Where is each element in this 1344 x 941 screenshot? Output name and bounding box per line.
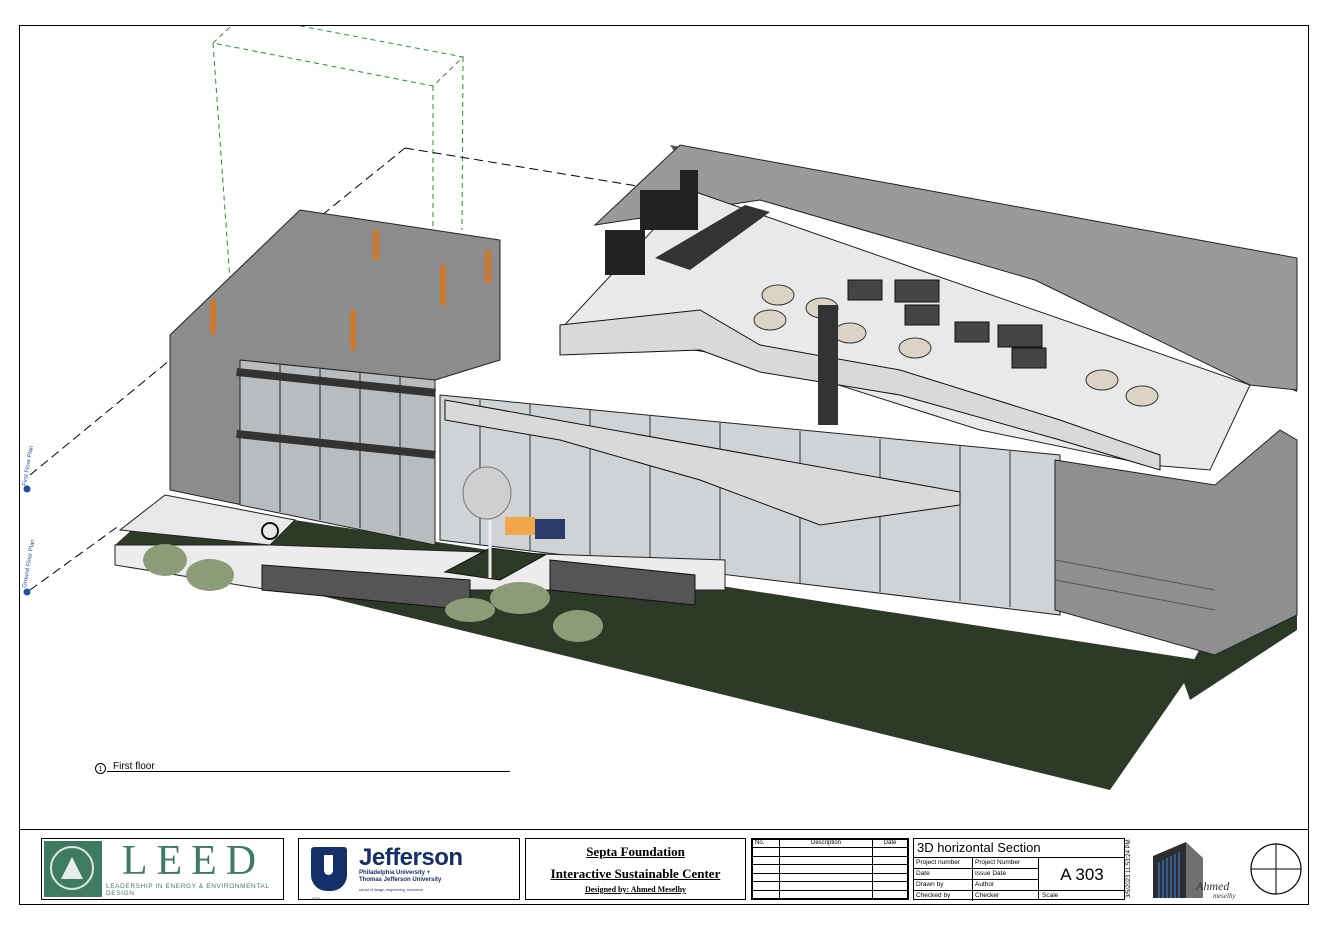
3d-section-drawing: First Floor Plan Ground Floor Plan	[20, 26, 1308, 829]
title-block: LEED LEADERSHIP IN ENERGY & ENVIRONMENTA…	[19, 829, 1309, 905]
leed-subtitle: LEADERSHIP IN ENERGY & ENVIRONMENTAL DES…	[106, 883, 270, 897]
jefferson-line-1: Philadelphia University +	[359, 869, 431, 876]
revision-row	[752, 864, 908, 874]
revision-col-date: Date	[872, 838, 908, 849]
jefferson-shield-icon: 1824	[311, 847, 347, 901]
jefferson-wordmark: Jefferson	[359, 843, 463, 871]
revision-row	[752, 855, 908, 866]
north-arrow-icon	[1249, 842, 1303, 896]
jefferson-tagline: school of design, engineering, commerce	[359, 887, 423, 892]
revision-row	[752, 881, 908, 891]
sheet-field-row: Drawn by Author	[914, 880, 1038, 891]
level-marker-upper-label: First Floor Plan	[22, 445, 35, 486]
scale-label: Scale	[1038, 891, 1124, 900]
svg-text:meselhy: meselhy	[1213, 892, 1236, 900]
revision-table: No. Description Date	[751, 838, 909, 900]
author-building-logo: Ahmed meselhy	[1141, 838, 1241, 900]
sheet-field-row: Project number Project Number	[914, 858, 1038, 869]
project-title-panel: Septa Foundation Interactive Sustainable…	[525, 838, 746, 900]
revision-col-no: No.	[752, 838, 780, 849]
usgbc-seal-icon	[44, 841, 102, 897]
revision-header-row: No. Description Date	[752, 838, 908, 849]
level-marker-lower-label: Ground Floor Plan	[22, 539, 36, 588]
designer-credit: Designed by: Ahmed Meselhy	[584, 885, 687, 894]
project-name: Septa Foundation	[586, 844, 685, 859]
building-axonometric-illustration: First Floor Plan Ground Floor Plan	[22, 26, 1298, 790]
bench-seating	[505, 517, 535, 535]
project-subtitle: Interactive Sustainable Center	[550, 866, 721, 881]
jefferson-line-2: Thomas Jefferson University	[359, 876, 442, 883]
leed-wordmark: LEED	[121, 838, 266, 884]
svg-text:Ahmed: Ahmed	[1195, 879, 1230, 893]
sheet-info-panel: 3D horizontal Section Project number Proj…	[913, 838, 1125, 901]
view-number: 1	[95, 763, 106, 774]
tree-canopy	[462, 466, 512, 520]
central-column	[818, 305, 838, 425]
view-title-tag: 1 First floor	[95, 761, 515, 776]
bench-seating-blue	[535, 519, 565, 539]
print-timestamp: 3/5/2023 11:53:24 PM	[1126, 839, 1132, 898]
revision-row	[752, 889, 908, 900]
leed-logo: LEED LEADERSHIP IN ENERGY & ENVIRONMENTA…	[41, 838, 284, 900]
revision-col-description: Description	[779, 838, 873, 849]
jefferson-logo: 1824 Jefferson Philadelphia University +…	[298, 838, 520, 901]
sheet-field-row: Date Issue Date	[914, 869, 1038, 880]
sheet-title: 3D horizontal Section	[914, 839, 1124, 858]
view-title-rule	[107, 771, 510, 772]
sheet-field-row: Checked by Checker	[916, 891, 1000, 901]
revision-row	[752, 847, 908, 857]
revision-row	[752, 872, 908, 883]
sheet-number: A 303	[1038, 858, 1125, 891]
